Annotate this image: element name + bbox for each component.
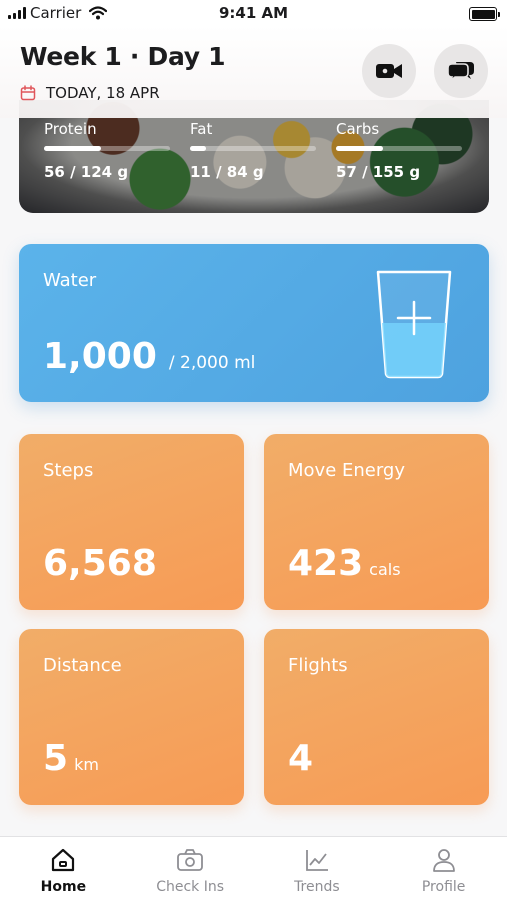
steps-tile[interactable]: Steps 6,568 <box>19 434 244 610</box>
macro-progress-fill <box>44 146 101 151</box>
macro-value: 57 / 155 g <box>336 163 421 181</box>
tile-value: 5 km <box>43 738 99 779</box>
move-energy-unit: cals <box>369 560 401 579</box>
water-goal: / 2,000 ml <box>168 353 256 373</box>
header: Week 1 · Day 1 TODAY, 18 APR <box>0 28 507 118</box>
steps-value: 6,568 <box>43 543 157 584</box>
macro-progress-fill <box>336 146 383 151</box>
macro-fat: Fat 11 / 84 g <box>190 120 316 181</box>
status-bar: Carrier 9:41 AM <box>0 0 507 28</box>
tab-label: Trends <box>294 879 340 895</box>
move-energy-tile[interactable]: Move Energy 423 cals <box>264 434 489 610</box>
tile-value: 4 <box>288 738 313 779</box>
water-card[interactable]: Water 1,000 / 2,000 ml <box>19 244 489 402</box>
macro-value: 56 / 124 g <box>44 163 129 181</box>
video-icon <box>376 64 402 78</box>
add-water-glass-icon[interactable] <box>375 268 453 380</box>
macro-label: Fat <box>190 120 213 138</box>
tab-bar: Home Check Ins Trends Profile <box>0 836 507 900</box>
date-label: TODAY, 18 APR <box>46 84 160 102</box>
macro-progress-fill <box>190 146 207 151</box>
tile-value: 6,568 <box>43 543 157 584</box>
page-title: Week 1 · Day 1 <box>20 42 226 71</box>
tab-label: Home <box>40 879 87 895</box>
macro-progress-track <box>44 146 170 151</box>
profile-icon <box>432 849 455 872</box>
chat-icon <box>447 62 474 82</box>
tab-label: Check Ins <box>156 879 225 895</box>
tile-label: Steps <box>43 460 94 481</box>
date-row: TODAY, 18 APR <box>20 84 160 102</box>
macro-label: Carbs <box>336 120 380 138</box>
tab-home[interactable]: Home <box>0 837 127 900</box>
camera-icon <box>177 849 204 871</box>
water-value: 1,000 / 2,000 ml <box>43 336 255 377</box>
macro-progress-track <box>336 146 462 151</box>
chat-button[interactable] <box>434 44 488 98</box>
water-amount: 1,000 <box>43 336 157 377</box>
tab-label: Profile <box>421 879 466 895</box>
video-call-button[interactable] <box>362 44 416 98</box>
tile-label: Flights <box>288 655 348 676</box>
macro-carbs: Carbs 57 / 155 g <box>336 120 462 181</box>
distance-tile[interactable]: Distance 5 km <box>19 629 244 805</box>
flights-tile[interactable]: Flights 4 <box>264 629 489 805</box>
water-label: Water <box>43 270 97 291</box>
status-time: 9:41 AM <box>218 4 289 22</box>
home-icon <box>52 848 75 872</box>
move-energy-value: 423 <box>288 543 364 584</box>
tab-check-ins[interactable]: Check Ins <box>127 837 254 900</box>
tab-trends[interactable]: Trends <box>254 837 381 900</box>
trends-icon <box>305 850 328 871</box>
flights-value: 4 <box>288 738 314 779</box>
macro-progress-track <box>190 146 316 151</box>
tile-label: Move Energy <box>288 460 406 481</box>
macro-protein: Protein 56 / 124 g <box>44 120 170 181</box>
macro-value: 11 / 84 g <box>190 163 264 181</box>
battery-icon <box>469 7 500 21</box>
distance-unit: km <box>74 755 99 774</box>
tile-value: 423 cals <box>288 543 401 584</box>
tab-profile[interactable]: Profile <box>380 837 507 900</box>
distance-value: 5 <box>43 738 69 779</box>
macro-label: Protein <box>44 120 97 138</box>
calendar-icon <box>20 85 36 101</box>
tile-label: Distance <box>43 655 122 676</box>
